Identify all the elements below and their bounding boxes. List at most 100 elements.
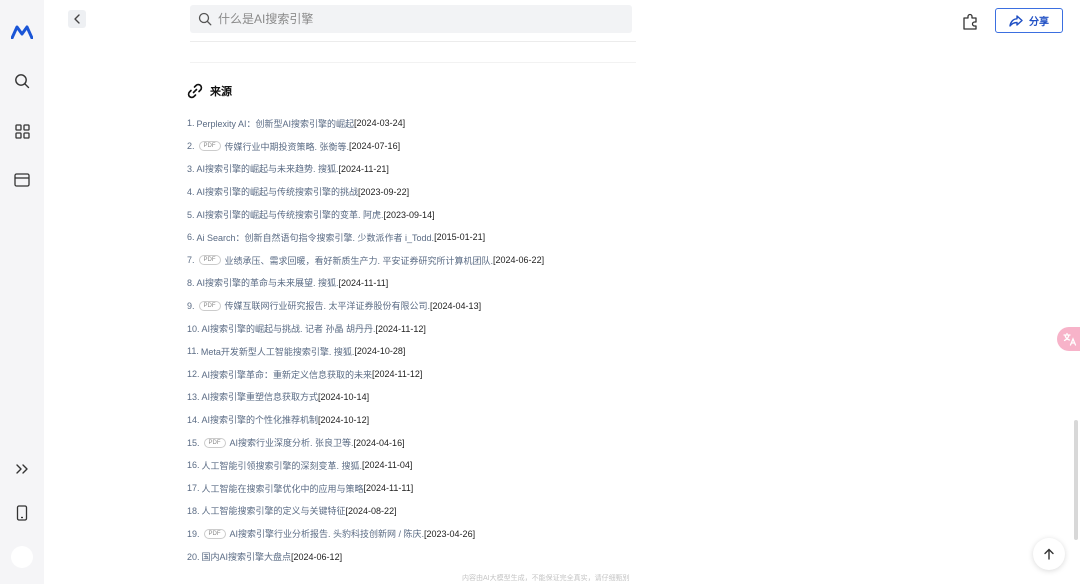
brand-logo-icon[interactable] bbox=[11, 21, 33, 43]
source-date: [2024-10-28] bbox=[354, 346, 406, 357]
source-date: [2015-01-21] bbox=[434, 232, 486, 243]
source-item[interactable]: 3. AI搜索引擎的崛起与未来趋势. 搜狐. [2024-11-21] bbox=[187, 158, 647, 181]
divider bbox=[190, 62, 636, 63]
source-date: [2024-11-04] bbox=[362, 460, 413, 471]
source-title: 业绩承压、需求回暖，看好新质生产力. 平安证券研究所计算机团队. bbox=[224, 255, 494, 266]
source-number: 15. bbox=[187, 437, 200, 448]
source-date: [2024-04-16] bbox=[353, 437, 405, 448]
source-number: 11. bbox=[187, 346, 199, 357]
source-title: AI搜索引擎重塑信息获取方式 bbox=[201, 392, 319, 403]
source-item[interactable]: 10. AI搜索引擎的崛起与挑战. 记者 孙晶 胡丹丹. [2024-11-12] bbox=[187, 317, 647, 340]
source-number: 5. bbox=[187, 209, 195, 220]
source-item[interactable]: 7. PDF 业绩承压、需求回暖，看好新质生产力. 平安证券研究所计算机团队. [20… bbox=[187, 249, 647, 272]
source-title: 传媒行业中期投资策略. 张衡等. bbox=[224, 141, 350, 152]
source-item[interactable]: 12. AI搜索引擎革命：重新定义信息获取的未来 [2024-11-12] bbox=[187, 363, 647, 386]
pdf-badge: PDF bbox=[203, 528, 226, 539]
source-title: AI搜索引擎革命：重新定义信息获取的未来 bbox=[201, 369, 373, 380]
double-chevron-right-icon[interactable] bbox=[11, 458, 33, 480]
source-date: [2024-07-16] bbox=[349, 141, 401, 152]
share-label: 分享 bbox=[1029, 17, 1049, 28]
source-item[interactable]: 2. PDF 传媒行业中期投资策略. 张衡等. [2024-07-16] bbox=[187, 135, 647, 158]
source-title: 传媒互联网行业研究报告. 太平洋证券股份有限公司. bbox=[224, 301, 431, 312]
source-title: 人工智能引领搜索引擎的深刻变革. 搜狐. bbox=[201, 460, 363, 471]
source-title: AI搜索行业深度分析. 张良卫等. bbox=[229, 438, 354, 449]
source-date: [2024-08-22] bbox=[345, 505, 397, 516]
arrow-up-icon bbox=[1044, 548, 1054, 560]
source-item[interactable]: 14. AI搜索引擎的个性化推荐机制 [2024-10-12] bbox=[187, 408, 647, 431]
source-item[interactable]: 19. PDF AI搜索引擎行业分析报告. 头豹科技创新网 / 陈庆. [2023-0… bbox=[187, 522, 647, 545]
window-icon[interactable] bbox=[11, 169, 33, 191]
source-title: AI搜索引擎的崛起与传统搜索引擎的变革. 阿虎. bbox=[196, 210, 384, 221]
source-item[interactable]: 18. 人工智能搜索引擎的定义与关键特征 [2024-08-22] bbox=[187, 500, 647, 523]
pdf-badge: PDF bbox=[203, 437, 226, 448]
source-number: 16. bbox=[187, 460, 200, 471]
source-item[interactable]: 1. Perplexity AI：创新型AI搜索引擎的崛起 [2024-03-24] bbox=[187, 112, 647, 135]
source-date: [2024-10-14] bbox=[318, 391, 370, 402]
source-date: [2023-09-22] bbox=[358, 186, 410, 197]
mobile-icon[interactable] bbox=[11, 502, 33, 524]
source-item[interactable]: 20. 国内AI搜索引擎大盘点 [2024-06-12] bbox=[187, 545, 647, 568]
source-number: 17. bbox=[187, 483, 200, 494]
source-number: 10. bbox=[187, 323, 200, 334]
apps-grid-icon[interactable] bbox=[11, 120, 33, 142]
source-date: [2024-04-13] bbox=[430, 300, 482, 311]
chevron-left-icon bbox=[74, 14, 80, 24]
source-number: 7. bbox=[187, 255, 195, 266]
pdf-badge: PDF bbox=[198, 255, 221, 266]
sources-list: 1. Perplexity AI：创新型AI搜索引擎的崛起 [2024-03-24]… bbox=[187, 112, 647, 568]
source-number: 4. bbox=[187, 186, 195, 197]
source-number: 20. bbox=[187, 551, 200, 562]
source-item[interactable]: 17. 人工智能在搜索引擎优化中的应用与策略 [2024-11-11] bbox=[187, 477, 647, 500]
source-date: [2023-09-14] bbox=[383, 209, 435, 220]
source-item[interactable]: 15. PDF AI搜索行业深度分析. 张良卫等. [2024-04-16] bbox=[187, 431, 647, 454]
source-number: 18. bbox=[187, 505, 200, 516]
scrollbar[interactable] bbox=[1074, 420, 1078, 540]
source-item[interactable]: 13. AI搜索引擎重塑信息获取方式 [2024-10-14] bbox=[187, 386, 647, 409]
source-title: Meta开发新型人工智能搜索引擎. 搜狐. bbox=[200, 346, 355, 357]
source-item[interactable]: 5. AI搜索引擎的崛起与传统搜索引擎的变革. 阿虎. [2023-09-14] bbox=[187, 203, 647, 226]
search-input[interactable] bbox=[218, 12, 618, 26]
back-button[interactable] bbox=[68, 10, 86, 28]
share-button[interactable]: 分享 bbox=[995, 8, 1063, 33]
source-number: 8. bbox=[187, 277, 195, 288]
sources-header: 来源 bbox=[187, 83, 232, 99]
source-date: [2024-11-11] bbox=[363, 483, 414, 494]
avatar[interactable] bbox=[11, 546, 33, 568]
source-date: [2024-03-24] bbox=[354, 118, 406, 129]
sidebar bbox=[0, 0, 44, 584]
share-arrow-icon bbox=[1009, 14, 1023, 27]
source-date: [2024-11-12] bbox=[375, 323, 426, 334]
source-item[interactable]: 16. 人工智能引领搜索引擎的深刻变革. 搜狐. [2024-11-04] bbox=[187, 454, 647, 477]
source-item[interactable]: 4. AI搜索引擎的崛起与传统搜索引擎的挑战 [2023-09-22] bbox=[187, 180, 647, 203]
source-date: [2024-11-11] bbox=[338, 277, 389, 288]
source-title: AI搜索引擎的革命与未来展望. 搜狐. bbox=[196, 278, 339, 289]
source-number: 2. bbox=[187, 141, 195, 152]
source-number: 9. bbox=[187, 300, 195, 311]
source-item[interactable]: 11. Meta开发新型人工智能搜索引擎. 搜狐. [2024-10-28] bbox=[187, 340, 647, 363]
pdf-badge: PDF bbox=[198, 300, 221, 311]
divider bbox=[190, 41, 636, 42]
source-item[interactable]: 8. AI搜索引擎的革命与未来展望. 搜狐. [2024-11-11] bbox=[187, 272, 647, 295]
source-date: [2024-11-21] bbox=[338, 163, 389, 174]
source-number: 3. bbox=[187, 163, 195, 174]
translate-button[interactable] bbox=[1057, 327, 1080, 351]
source-title: AI搜索引擎的个性化推荐机制 bbox=[201, 415, 319, 426]
source-date: [2024-06-22] bbox=[493, 255, 545, 266]
source-number: 13. bbox=[187, 391, 200, 402]
source-item[interactable]: 6. Ai Search：创新自然语句指令搜索引擎. 少数派作者 i_Todd.[… bbox=[187, 226, 647, 249]
source-title: AI搜索引擎的崛起与传统搜索引擎的挑战 bbox=[196, 187, 359, 198]
source-date: [2024-10-12] bbox=[318, 414, 370, 425]
source-item[interactable]: 9. PDF 传媒互联网行业研究报告. 太平洋证券股份有限公司. [2024-04-1… bbox=[187, 294, 647, 317]
source-number: 1. bbox=[187, 118, 195, 129]
main-panel: 分享 来源 1.Perplexity AI：创新型AI搜索引擎的崛起[2024-… bbox=[44, 0, 1080, 584]
pdf-badge: PDF bbox=[198, 141, 221, 152]
source-number: 14. bbox=[187, 414, 200, 425]
translate-icon bbox=[1063, 332, 1077, 346]
puzzle-icon[interactable] bbox=[961, 11, 981, 31]
source-title: 国内AI搜索引擎大盘点 bbox=[201, 552, 292, 563]
search-icon[interactable] bbox=[11, 70, 33, 92]
source-date: [2023-04-26] bbox=[424, 528, 476, 539]
source-date: [2024-06-12] bbox=[291, 551, 343, 562]
scroll-to-top-button[interactable] bbox=[1033, 538, 1065, 570]
source-title: Perplexity AI：创新型AI搜索引擎的崛起 bbox=[196, 118, 355, 129]
